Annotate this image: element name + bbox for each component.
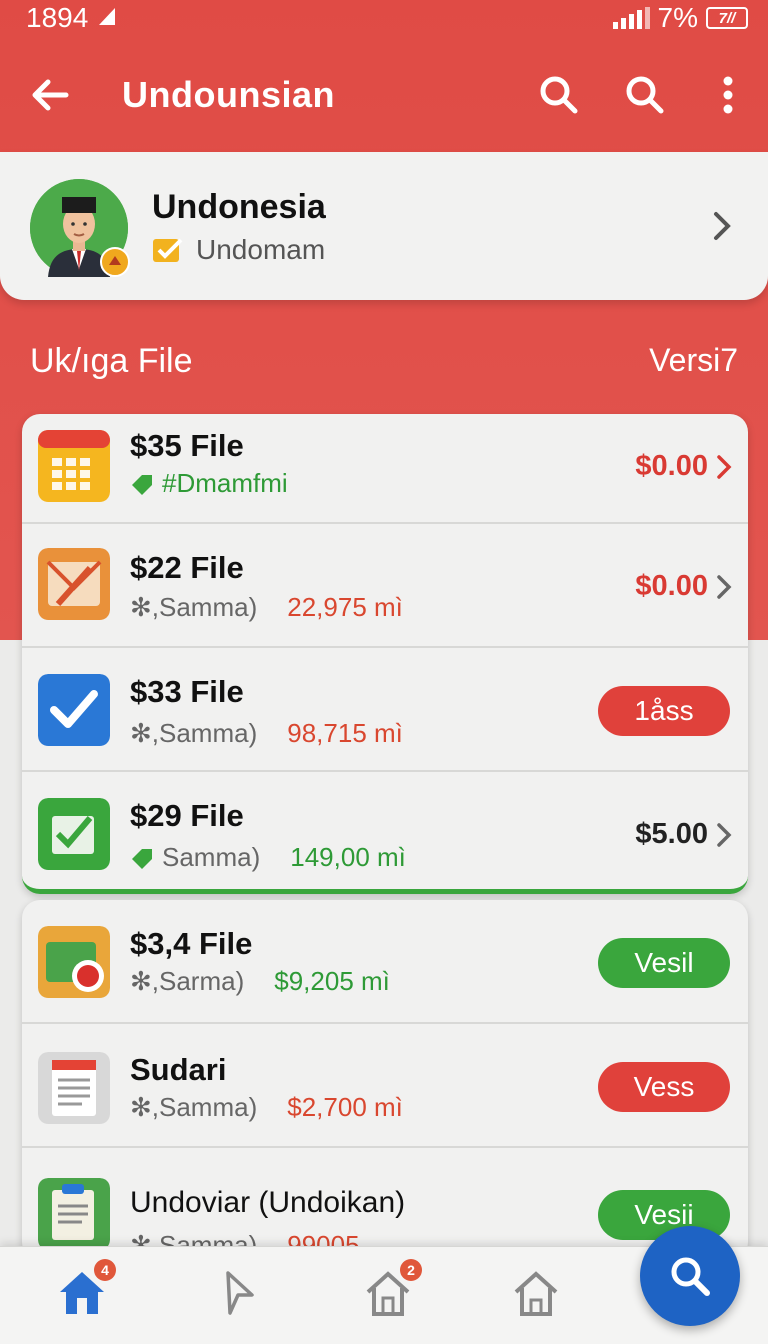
nav-house[interactable]: 2 bbox=[358, 1259, 422, 1323]
file-subtitle: Samma) 149,00 mì bbox=[130, 842, 406, 873]
more-options-button[interactable] bbox=[688, 40, 768, 150]
app-bar: Undounsian bbox=[0, 40, 768, 150]
search-icon bbox=[671, 1257, 710, 1296]
profile-card[interactable]: Undonesia Undomam bbox=[0, 152, 768, 300]
chevron-right-icon bbox=[717, 575, 732, 599]
nav-home[interactable]: 4 bbox=[52, 1259, 116, 1323]
version-link[interactable]: Versi7 bbox=[649, 342, 738, 379]
file-price: $0.00 bbox=[635, 570, 708, 602]
action-button[interactable]: Vesil bbox=[598, 938, 730, 988]
record-folder-icon bbox=[38, 926, 110, 998]
search-icon bbox=[540, 76, 578, 114]
home-outline-icon bbox=[514, 1271, 558, 1316]
file-title: Undoviar (Undoikan) bbox=[130, 1186, 406, 1219]
file-title: $22 File bbox=[130, 550, 244, 585]
check-document-icon bbox=[38, 798, 110, 870]
avatar bbox=[30, 179, 130, 277]
more-vert-icon bbox=[723, 76, 733, 114]
action-button[interactable]: Vess bbox=[598, 1062, 730, 1112]
list-item[interactable]: $33 File ✻,Samma) 98,715 mì 1åss bbox=[22, 648, 748, 772]
signal-icon bbox=[612, 7, 650, 29]
badge-icon bbox=[100, 247, 130, 277]
file-price: $5.00 bbox=[635, 818, 708, 850]
file-subtitle: ✻,Samma) 22,975 mì bbox=[130, 592, 403, 622]
page-title: Undounsian bbox=[122, 74, 335, 115]
checkbox-icon bbox=[38, 674, 110, 746]
file-list-card: $35 File #Dmamfmi $0.00 $22 File ✻,Samma… bbox=[22, 414, 748, 894]
envelope-icon bbox=[38, 548, 110, 620]
calendar-icon bbox=[38, 430, 110, 502]
document-icon bbox=[38, 1052, 110, 1124]
notification-badge: 4 bbox=[94, 1259, 116, 1281]
file-title: Sudari bbox=[130, 1052, 227, 1087]
file-title: $3,4 File bbox=[130, 926, 253, 961]
search-button[interactable] bbox=[516, 40, 602, 150]
arrow-left-icon bbox=[32, 79, 69, 111]
list-item[interactable]: $22 File ✻,Samma) 22,975 mì $0.00 bbox=[22, 524, 748, 648]
send-icon bbox=[226, 1271, 254, 1315]
notification-badge: 2 bbox=[400, 1259, 422, 1281]
file-list-card-secondary: $3,4 File ✻,Sarma) $9,205 mì Vesil Sudar… bbox=[22, 900, 748, 1260]
tag-icon bbox=[132, 848, 152, 869]
file-price: $0.00 bbox=[635, 450, 708, 482]
file-subtitle: #Dmamfmi bbox=[130, 468, 288, 499]
tag-icon bbox=[132, 474, 152, 495]
search-fab[interactable] bbox=[640, 1226, 740, 1326]
file-title: $33 File bbox=[130, 674, 244, 709]
status-time: 1894 bbox=[26, 2, 89, 33]
chevron-right-icon bbox=[714, 212, 731, 240]
profile-subtitle: Undomam bbox=[152, 234, 325, 266]
clipboard-icon bbox=[38, 1178, 110, 1250]
notification-icon bbox=[96, 2, 118, 34]
section-title: Uk/ıga File bbox=[30, 342, 193, 380]
battery-icon: 7// bbox=[706, 7, 748, 29]
search-button-secondary[interactable] bbox=[602, 40, 688, 150]
list-item[interactable]: $29 File Samma) 149,00 mì $5.00 bbox=[22, 772, 748, 889]
list-item[interactable]: Undoviar (Undoikan) ✻ Samma) 99005 Vesii bbox=[22, 1148, 748, 1260]
list-item[interactable]: Sudari ✻,Samma) $2,700 mì Vess bbox=[22, 1024, 748, 1148]
status-bar: 1894 7% 7// bbox=[0, 0, 768, 36]
list-item[interactable]: $35 File #Dmamfmi $0.00 bbox=[22, 414, 748, 524]
file-title: $35 File bbox=[130, 428, 244, 463]
chevron-right-icon bbox=[717, 455, 732, 479]
file-subtitle: ✻,Samma) $2,700 mì bbox=[130, 1092, 403, 1122]
nav-home-alt[interactable] bbox=[506, 1263, 566, 1323]
nav-send[interactable] bbox=[208, 1263, 268, 1323]
battery-percent: 7% bbox=[657, 2, 698, 33]
verified-icon bbox=[153, 238, 183, 262]
chevron-right-icon bbox=[717, 823, 732, 847]
list-item[interactable]: $3,4 File ✻,Sarma) $9,205 mì Vesil bbox=[22, 900, 748, 1024]
search-icon bbox=[626, 76, 664, 114]
back-button[interactable] bbox=[0, 40, 100, 150]
file-subtitle: ✻,Samma) 98,715 mì bbox=[130, 718, 403, 748]
profile-name: Undonesia bbox=[152, 188, 326, 226]
file-title: $29 File bbox=[130, 798, 244, 833]
action-button[interactable]: 1åss bbox=[598, 686, 730, 736]
file-subtitle: ✻,Sarma) $9,205 mì bbox=[130, 966, 390, 996]
